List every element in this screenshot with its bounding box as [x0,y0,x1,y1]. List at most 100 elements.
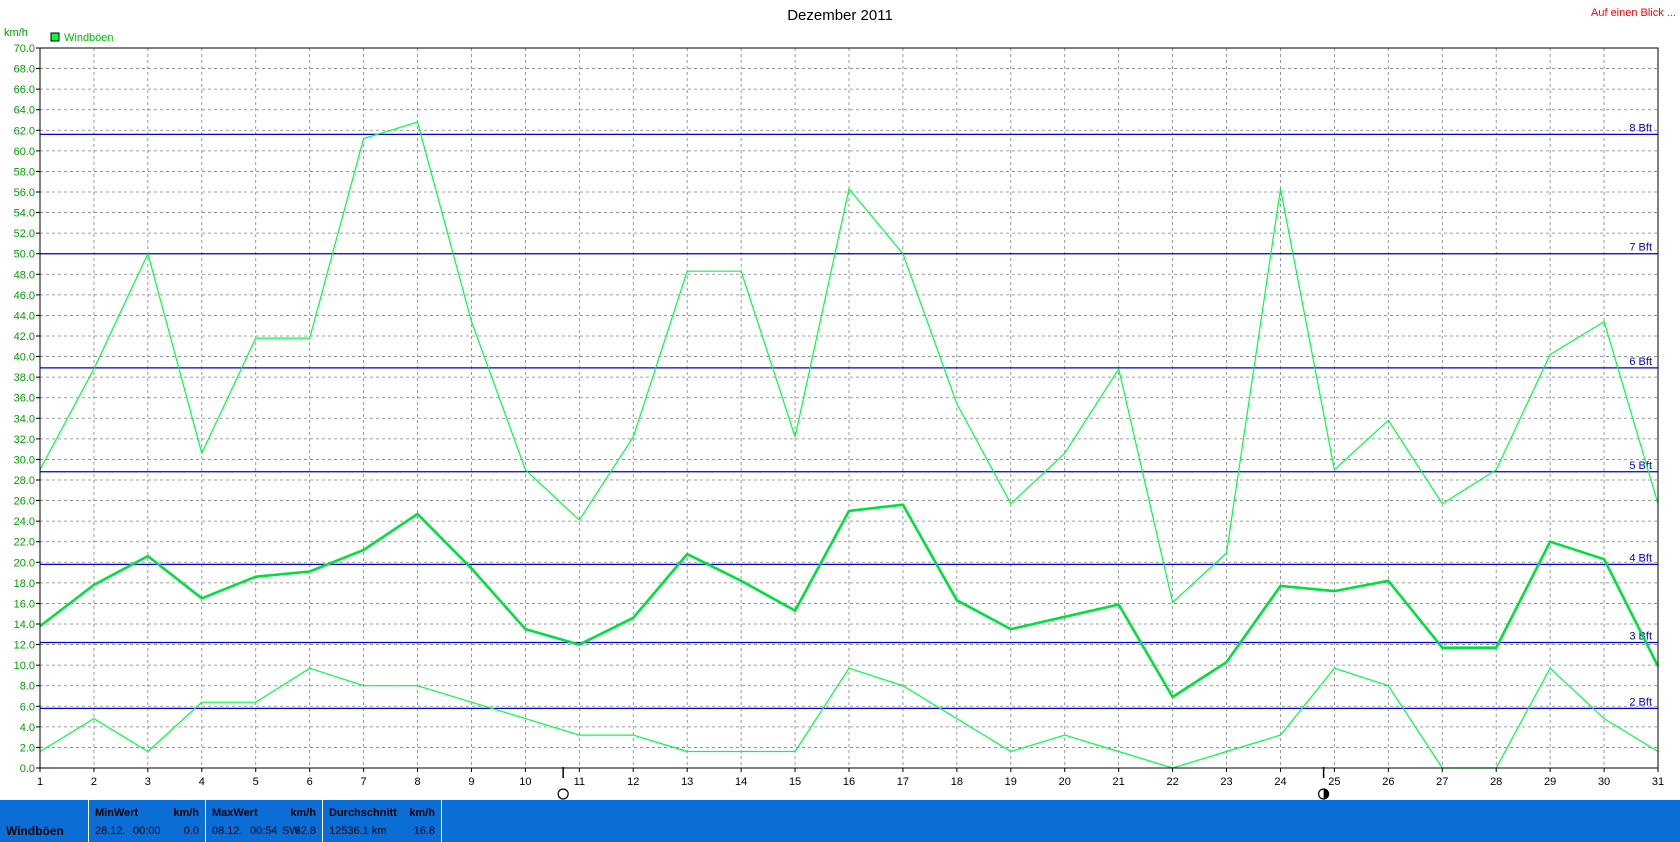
x-tick-label: 5 [253,776,259,788]
y-tick-label: 38.0 [14,372,35,384]
y-tick-label: 4.0 [20,722,35,734]
y-tick-label: 64.0 [14,105,35,117]
moon-phase-markers [557,767,1330,800]
x-tick-label: 21 [1113,776,1125,788]
y-tick-label: 58.0 [14,166,35,178]
y-tick-label: 54.0 [14,208,35,220]
y-tick-label: 16.0 [14,598,35,610]
x-tick-label: 13 [681,776,693,788]
full-moon-icon [557,788,569,800]
y-tick-label: 32.0 [14,434,35,446]
x-tick-label: 18 [951,776,963,788]
avg-header: Durchschnitt [329,807,397,819]
legend: Windböen [50,32,114,44]
at-a-glance-link[interactable]: Auf einen Blick ... [1591,7,1676,19]
y-tick-label: 8.0 [20,681,35,693]
avg-value: 16.8 [413,825,435,837]
y-axis-unit: km/h [4,27,28,39]
y-tick-label: 52.0 [14,228,35,240]
x-tick-label: 6 [307,776,313,788]
y-tick-label: 50.0 [14,249,35,261]
x-tick-label: 7 [361,776,367,788]
y-tick-label: 66.0 [14,84,35,96]
avg-distance: 12536.1 km [329,825,387,837]
y-tick-label: 6.0 [20,701,35,713]
x-tick-label: 9 [468,776,474,788]
x-tick-label: 31 [1652,776,1664,788]
x-tick-label: 8 [414,776,420,788]
y-tick-label: 30.0 [14,454,35,466]
y-tick-label: 18.0 [14,578,35,590]
beaufort-label: 8 Bft [1629,122,1652,134]
x-tick-label: 15 [789,776,801,788]
y-tick-label: 60.0 [14,146,35,158]
x-tick-label: 11 [574,776,585,788]
legend-label: Windböen [64,32,114,44]
y-tick-label: 24.0 [14,516,35,528]
y-tick-label: 40.0 [14,352,35,364]
x-tick-label: 20 [1059,776,1071,788]
summary-bar: Windböen MinWert km/h 28.12. 00:00 0.0 M… [0,800,1680,842]
y-tick-label: 42.0 [14,331,35,343]
x-tick-label: 26 [1382,776,1394,788]
max-time: 00:54 [250,825,278,837]
x-axis-ticks: 1 2 3 4 5 6 7 8 9 10 11 12 13 14 15 16 17 18 19 20 21 22 23 24 2… [37,768,1664,788]
min-value-cell: MinWert km/h 28.12. 00:00 0.0 [88,800,205,842]
x-tick-label: 29 [1544,776,1556,788]
y-tick-label: 44.0 [14,310,35,322]
y-tick-label: 12.0 [14,640,35,652]
y-tick-label: 56.0 [14,187,35,199]
y-tick-label: 68.0 [14,64,35,76]
min-header: MinWert [95,807,139,819]
x-tick-label: 14 [735,776,747,788]
x-tick-label: 1 [37,776,43,788]
y-tick-label: 46.0 [14,290,35,302]
min-value: 0.0 [183,825,199,837]
x-tick-label: 2 [91,776,97,788]
y-tick-label: 22.0 [14,537,35,549]
legend-swatch [50,32,60,42]
min-date: 28.12. [95,825,126,837]
x-tick-label: 25 [1328,776,1340,788]
x-tick-label: 22 [1166,776,1178,788]
max-value-cell: MaxWert km/h 08.12. 00:54 SW 62.8 [205,800,322,842]
x-tick-label: 24 [1274,776,1286,788]
x-tick-label: 3 [145,776,151,788]
y-tick-label: 70.0 [14,43,35,55]
y-tick-label: 14.0 [14,619,35,631]
y-tick-label: 10.0 [14,660,35,672]
y-tick-label: 0.0 [20,763,35,775]
x-tick-label: 17 [897,776,909,788]
average-cell: Durchschnitt km/h 12536.1 km 16.8 [322,800,442,842]
chart-title: Dezember 2011 [787,7,893,24]
max-unit: km/h [290,807,316,819]
y-tick-label: 20.0 [14,557,35,569]
y-axis-ticks: 0.0 2.0 4.0 6.0 8.0 10.0 12.0 14.0 16.0 18.0 20.0 2… [14,43,40,775]
max-value: 62.8 [294,825,316,837]
grid [40,48,1658,768]
y-tick-label: 48.0 [14,269,35,281]
y-tick-label: 34.0 [14,413,35,425]
max-header: MaxWert [212,807,258,819]
x-tick-label: 16 [843,776,855,788]
min-time: 00:00 [133,825,161,837]
y-tick-label: 36.0 [14,393,35,405]
y-tick-label: 2.0 [20,742,35,754]
beaufort-label: 7 Bft [1629,242,1652,254]
x-tick-label: 28 [1490,776,1502,788]
beaufort-label: 4 Bft [1629,552,1652,564]
min-unit: km/h [173,807,199,819]
x-tick-label: 30 [1598,776,1610,788]
x-tick-label: 10 [519,776,531,788]
x-tick-label: 12 [627,776,639,788]
max-date: 08.12. [212,825,243,837]
x-tick-label: 23 [1220,776,1232,788]
x-tick-label: 27 [1436,776,1448,788]
wind-gust-chart: Dezember 2011 km/h Auf einen Blick ... W… [4,7,1676,800]
x-tick-label: 4 [199,776,205,788]
x-tick-label: 19 [1005,776,1017,788]
y-tick-label: 62.0 [14,125,35,137]
beaufort-label: 6 Bft [1629,356,1652,368]
avg-unit: km/h [409,807,435,819]
summary-row-label: Windböen [6,824,64,838]
